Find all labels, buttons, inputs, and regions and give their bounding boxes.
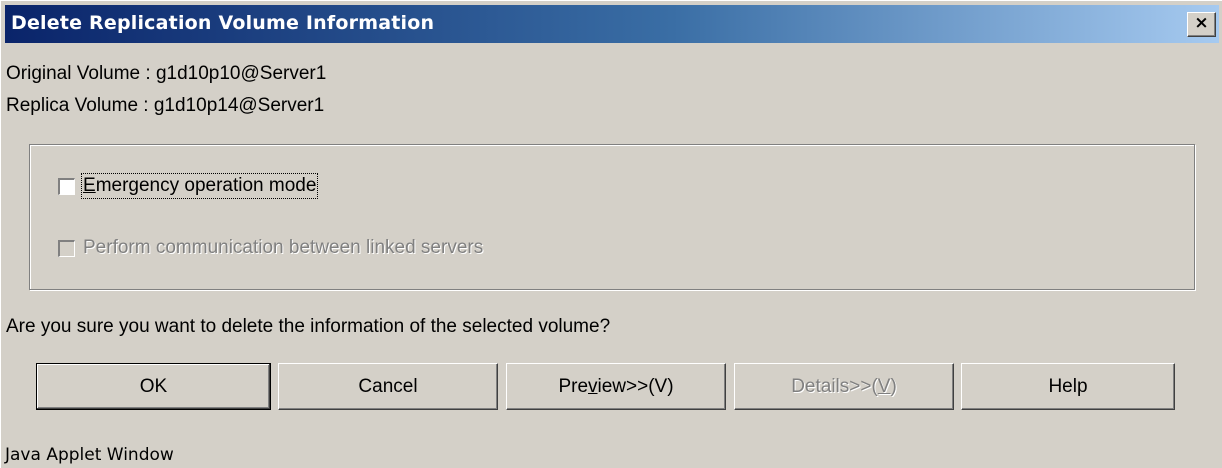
cancel-button[interactable]: Cancel [278, 363, 498, 410]
help-button[interactable]: Help [961, 363, 1175, 410]
delete-replication-dialog: Delete Replication Volume Information × … [0, 0, 1222, 468]
window-title: Delete Replication Volume Information [11, 12, 435, 34]
communicate-checkbox [58, 239, 75, 257]
help-label: Help [1048, 375, 1088, 397]
communicate-option: Perform communication between linked ser… [58, 237, 483, 259]
emergency-mode-label[interactable]: Emergency operation mode [80, 173, 319, 199]
original-volume-label: Original Volume : g1d10p10@Server1 [6, 63, 327, 84]
preview-button[interactable]: Preview>>(V) [506, 363, 726, 410]
replica-volume-label: Replica Volume : g1d10p14@Server1 [6, 95, 325, 116]
details-label: Details>>(V) [791, 375, 897, 397]
applet-status-label: Java Applet Window [5, 445, 174, 465]
communicate-label: Perform communication between linked ser… [83, 237, 484, 258]
emergency-mode-option[interactable]: Emergency operation mode [58, 173, 319, 199]
emergency-mnemonic: E [83, 175, 96, 196]
ok-button[interactable]: OK [36, 363, 271, 410]
details-button: Details>>(V) [734, 363, 954, 410]
confirmation-question: Are you sure you want to delete the info… [6, 316, 611, 337]
emergency-label-rest: mergency operation mode [95, 175, 317, 196]
cancel-label: Cancel [358, 375, 418, 397]
preview-label: Preview>>(V) [558, 375, 674, 397]
close-button[interactable]: × [1187, 12, 1216, 37]
close-icon: × [1194, 13, 1209, 33]
title-bar[interactable]: Delete Replication Volume Information × [5, 5, 1219, 43]
options-group: Emergency operation mode Perform communi… [29, 144, 1195, 290]
ok-label: OK [139, 375, 168, 397]
emergency-mode-checkbox[interactable] [58, 177, 75, 195]
